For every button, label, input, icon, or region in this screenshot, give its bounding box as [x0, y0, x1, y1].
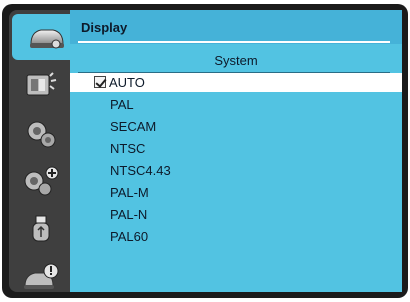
- menu-item-label: SECAM: [110, 119, 157, 134]
- menu-item-pal[interactable]: PAL: [70, 95, 402, 114]
- setting-gear-icon: [27, 121, 56, 148]
- menu-sidebar: [9, 10, 82, 292]
- checkmark-icon: [94, 76, 106, 88]
- menu-item-ntsc[interactable]: NTSC: [70, 139, 402, 158]
- menu-item-label: NTSC: [110, 141, 146, 156]
- expanded-setting-icon: [24, 166, 59, 196]
- menu-item-label: AUTO: [109, 75, 145, 90]
- tab-setting[interactable]: [12, 110, 70, 156]
- display-icon: [30, 29, 64, 49]
- display-panel: Display System AUTO PAL SECAM NTSC NTSC4…: [70, 10, 402, 292]
- menu-item-ntsc443[interactable]: NTSC4.43: [70, 161, 402, 180]
- menu-item-pal60[interactable]: PAL60: [70, 227, 402, 246]
- panel-header: Display: [70, 10, 402, 44]
- info-icon: [24, 263, 59, 289]
- tab-usb-memory[interactable]: [12, 206, 70, 252]
- panel-title: Display: [81, 20, 128, 35]
- picture-adjust-icon: [26, 72, 57, 96]
- header-divider: [78, 41, 390, 43]
- usb-memory-icon: [32, 215, 50, 242]
- section-title: System: [214, 53, 258, 68]
- tab-info[interactable]: [12, 254, 70, 300]
- tab-picture-adjust[interactable]: [12, 62, 70, 108]
- tab-expanded-setting[interactable]: [12, 158, 70, 204]
- menu-item-label: PAL-N: [110, 207, 148, 222]
- menu-item-label: PAL60: [110, 229, 149, 244]
- menu-item-pal-m[interactable]: PAL-M: [70, 183, 402, 202]
- menu-item-label: NTSC4.43: [110, 163, 171, 178]
- menu-item-pal-n[interactable]: PAL-N: [70, 205, 402, 224]
- menu-item-secam[interactable]: SECAM: [70, 117, 402, 136]
- menu-item-auto[interactable]: AUTO: [70, 73, 402, 92]
- menu-item-label: PAL-M: [110, 185, 149, 200]
- menu-item-label: PAL: [110, 97, 134, 112]
